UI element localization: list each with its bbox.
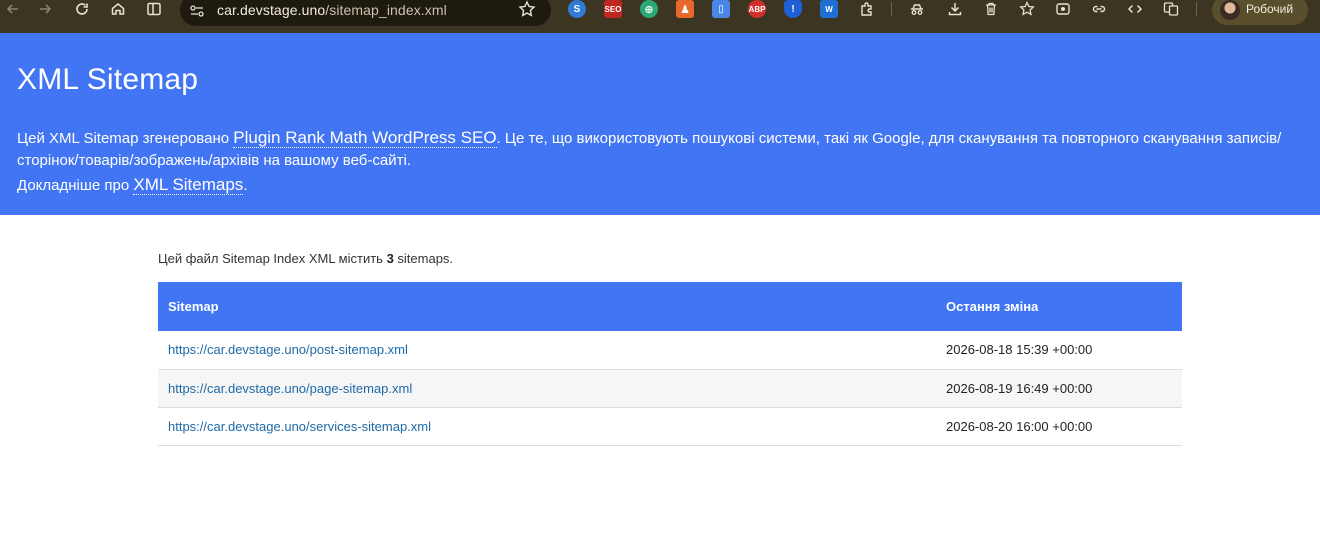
toolbar-separator — [891, 2, 892, 16]
split-view-icon[interactable] — [143, 0, 165, 18]
incognito-icon[interactable] — [906, 0, 928, 18]
toolbar-separator — [1196, 2, 1197, 16]
link-icon[interactable] — [1088, 0, 1110, 18]
last-modified-cell: 2026-08-18 15:39 +00:00 — [946, 342, 1093, 358]
sitemap-header: XML Sitemap Цей XML Sitemap згенеровано … — [0, 33, 1320, 215]
column-header-sitemap: Sitemap — [168, 299, 219, 314]
sitemap-link[interactable]: https://car.devstage.uno/services-sitema… — [168, 419, 431, 434]
site-settings-icon[interactable] — [189, 4, 205, 18]
intro-text-before: Цей файл Sitemap Index XML містить — [158, 251, 387, 266]
trash-icon[interactable] — [980, 0, 1002, 18]
table-row: https://car.devstage.uno/services-sitema… — [158, 407, 1182, 445]
learn-more-period: . — [243, 177, 248, 194]
sitemap-link[interactable]: https://car.devstage.uno/post-sitemap.xm… — [168, 342, 408, 357]
extension-figure-icon[interactable]: ♟ — [676, 0, 694, 18]
translate-icon[interactable] — [1160, 0, 1182, 18]
table-row: https://car.devstage.uno/page-sitemap.xm… — [158, 369, 1182, 407]
learn-more-text: Докладніше про — [17, 177, 134, 194]
extension-abp-icon[interactable]: ABP — [748, 0, 766, 18]
download-icon[interactable] — [944, 0, 966, 18]
extension-w-icon[interactable]: W — [820, 0, 838, 18]
url-text[interactable]: car.devstage.uno/sitemap_index.xml — [217, 2, 447, 18]
browser-toolbar: car.devstage.uno/sitemap_index.xml S SEO… — [0, 0, 1320, 33]
sitemap-url-cell: https://car.devstage.uno/services-sitema… — [158, 407, 936, 445]
sitemap-link[interactable]: https://car.devstage.uno/page-sitemap.xm… — [168, 381, 412, 396]
avatar — [1220, 0, 1240, 20]
home-icon[interactable] — [107, 0, 129, 18]
url-path: /sitemap_index.xml — [325, 2, 447, 18]
sitemap-count: 3 — [386, 251, 394, 266]
page-title: XML Sitemap — [17, 63, 199, 96]
screenshot-icon[interactable] — [1052, 0, 1074, 18]
description-text-before: Цей XML Sitemap згенеровано — [17, 130, 234, 147]
back-icon[interactable] — [2, 0, 24, 18]
column-header-last-modified: Остання зміна — [946, 299, 1039, 314]
forward-icon[interactable] — [34, 0, 56, 18]
address-bar[interactable]: car.devstage.uno/sitemap_index.xml — [180, 0, 551, 26]
reload-icon[interactable] — [71, 0, 93, 18]
sitemap-url-cell: https://car.devstage.uno/page-sitemap.xm… — [158, 369, 936, 407]
bookmarks-star-icon[interactable] — [1016, 0, 1038, 18]
url-host: car.devstage.uno — [217, 2, 326, 18]
rank-math-link[interactable]: Plugin Rank Math WordPress SEO — [233, 128, 497, 148]
extension-s-icon[interactable]: S — [568, 0, 586, 18]
intro-text-after: sitemaps. — [393, 251, 454, 266]
extension-shield-icon[interactable]: ! — [784, 0, 802, 18]
bookmark-star-icon[interactable] — [518, 0, 536, 18]
last-modified-cell: 2026-08-19 16:49 +00:00 — [946, 380, 1093, 396]
extension-seo-icon[interactable]: SEO — [604, 0, 622, 18]
table-row: https://car.devstage.uno/post-sitemap.xm… — [158, 331, 1182, 369]
learn-more: Докладніше про XML Sitemaps. — [17, 175, 247, 195]
last-modified-cell: 2026-08-20 16:00 +00:00 — [946, 418, 1093, 434]
header-description: Цей XML Sitemap згенеровано Plugin Rank … — [17, 127, 1307, 171]
code-icon[interactable] — [1124, 0, 1146, 18]
profile-button[interactable]: Робочий — [1212, 0, 1308, 25]
extension-docs-icon[interactable]: ▯ — [712, 0, 730, 18]
profile-name: Робочий — [1246, 2, 1294, 16]
sitemap-table: Sitemap Остання зміна https://car.devsta… — [158, 282, 1182, 446]
sitemap-count-text: Цей файл Sitemap Index XML містить 3 sit… — [158, 251, 453, 266]
sitemap-url-cell: https://car.devstage.uno/post-sitemap.xm… — [158, 331, 936, 369]
extension-globe-icon[interactable]: ⊕ — [640, 0, 658, 18]
extensions-puzzle-icon[interactable] — [856, 0, 878, 18]
xml-sitemaps-link[interactable]: XML Sitemaps — [133, 175, 244, 195]
table-header-row: Sitemap Остання зміна — [158, 282, 1182, 331]
